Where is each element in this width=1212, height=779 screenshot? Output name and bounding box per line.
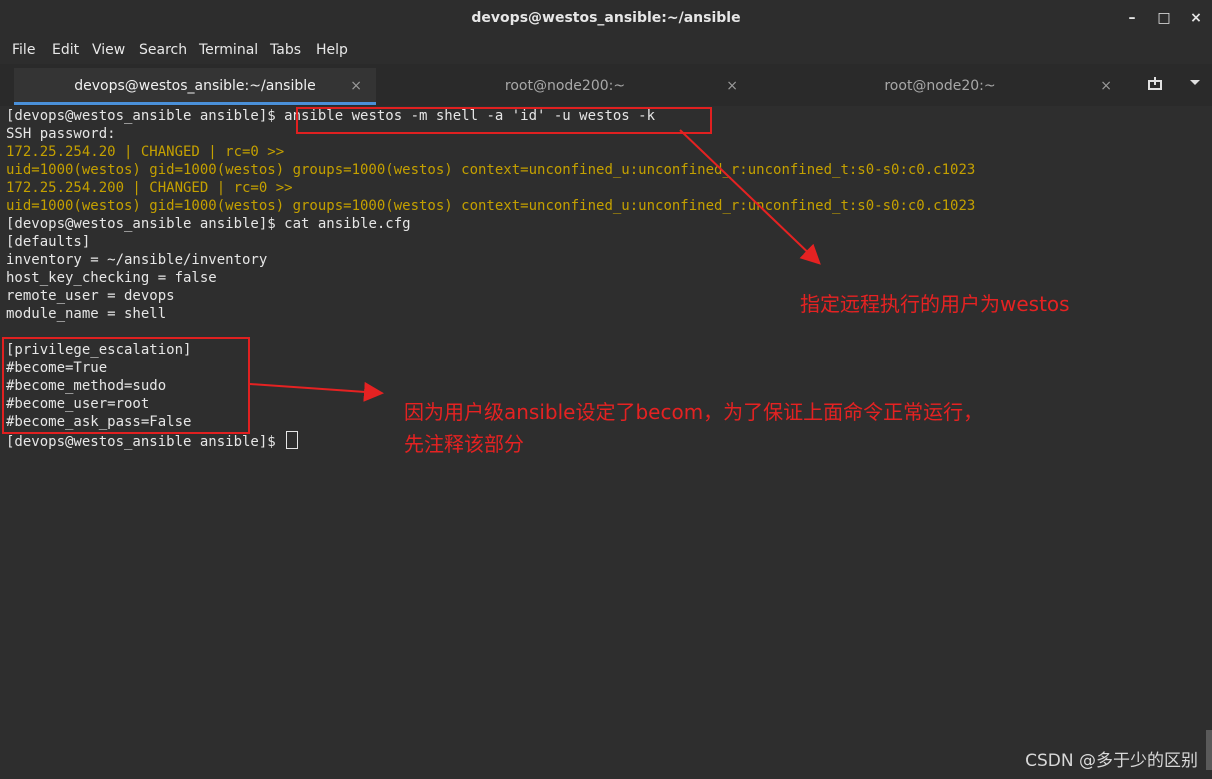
annotation-remote-user: 指定远程执行的用户为westos — [800, 292, 1070, 316]
annotation-arrows — [249, 129, 821, 402]
arrow-to-note1 — [679, 129, 821, 265]
annotation-become-2: 先注释该部分 — [404, 432, 524, 456]
annotation-become: 因为用户级ansible设定了becom，为了保证上面命令正常运行， — [404, 400, 984, 424]
scrollbar[interactable] — [1206, 730, 1212, 770]
arrow-to-note2 — [249, 381, 384, 402]
watermark: CSDN @多于少的区别 — [1025, 751, 1198, 771]
